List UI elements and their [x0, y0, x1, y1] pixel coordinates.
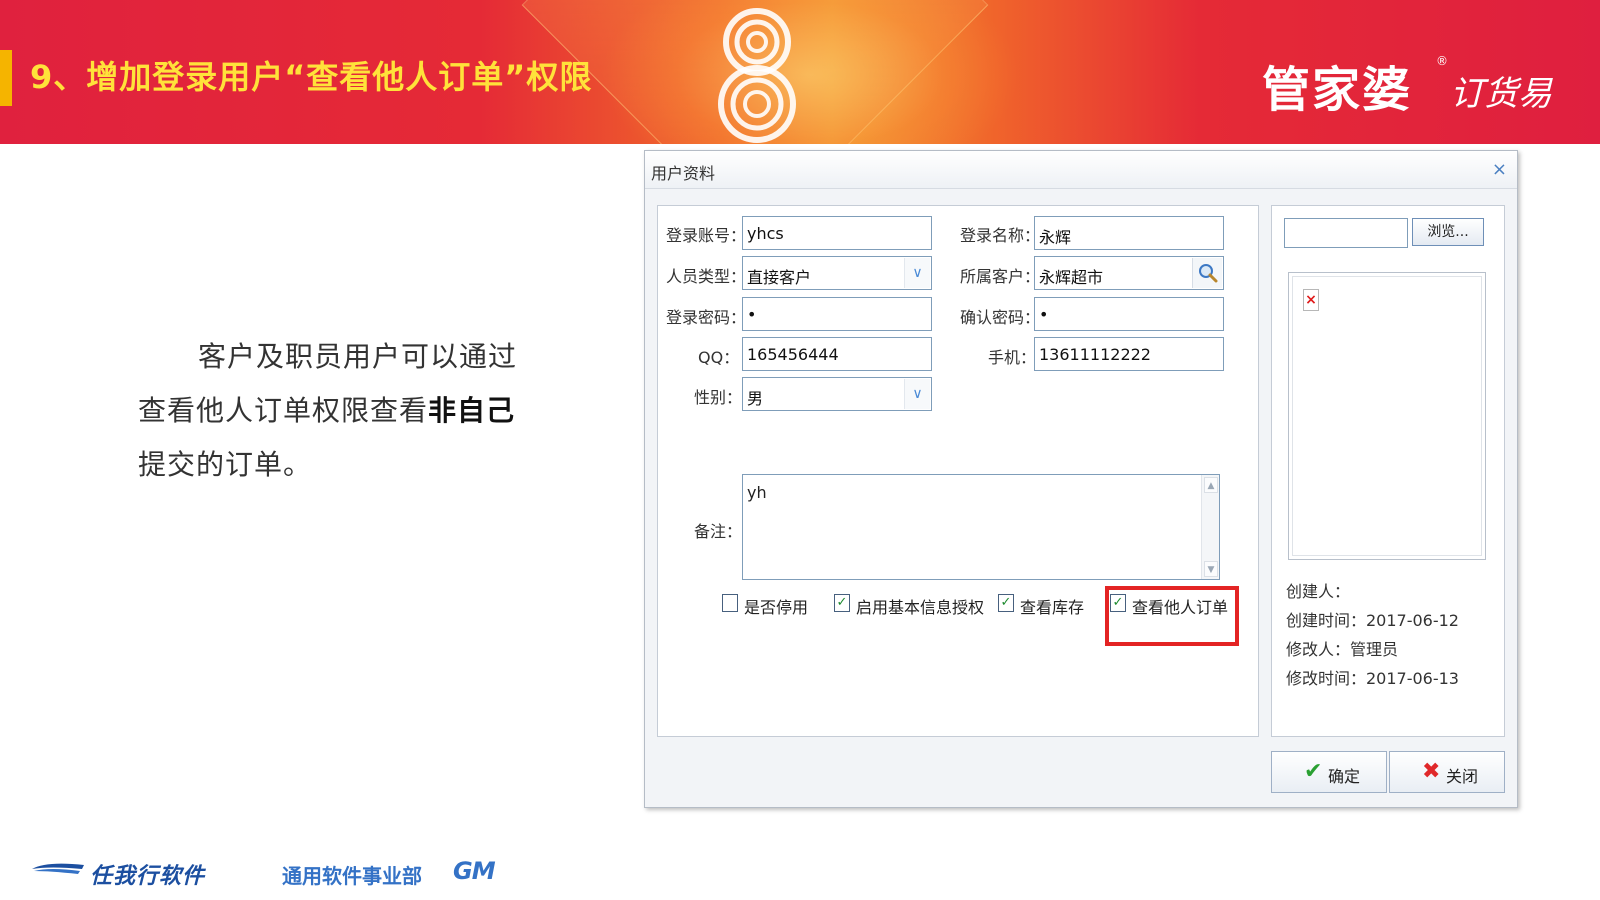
photo-preview-inner: × [1292, 276, 1482, 556]
confirm-password-input[interactable]: • [1034, 297, 1224, 331]
footer-gm-logo: GM [453, 857, 496, 885]
chevron-down-icon[interactable]: ∨ [904, 379, 930, 409]
disabled-checkbox-label: 是否停用 [744, 598, 809, 617]
customer-value: 永辉超市 [1039, 268, 1104, 287]
close-button-label: 关闭 [1446, 767, 1479, 786]
password-input[interactable]: • [742, 297, 932, 331]
form-panel: 登录账号： yhcs 登录名称： 永辉 人员类型： 直接客户 ∨ 所属客户： 永… [657, 205, 1259, 737]
footer-company-name: 任我行软件 [90, 864, 206, 889]
phone-input[interactable]: 13611112222 [1034, 337, 1224, 371]
gender-label: 性别： [694, 388, 743, 407]
highlight-box [1105, 586, 1239, 646]
brand-logo: 管家婆 [1262, 62, 1413, 118]
browse-button[interactable]: 浏览... [1412, 218, 1484, 246]
description-line-3: 提交的订单。 [138, 448, 313, 481]
slide-title: 9、增加登录用户“查看他人订单”权限 [30, 58, 593, 96]
description-line-1: 客户及职员用户可以通过 [198, 340, 518, 373]
ok-button[interactable]: ✔ 确定 [1271, 751, 1387, 793]
modified-time: 修改时间：2017-06-13 [1286, 669, 1459, 688]
brand-registered-mark: ® [1436, 54, 1448, 68]
scroll-up-icon[interactable]: ▲ [1204, 477, 1218, 493]
close-button[interactable]: ✖ 关闭 [1389, 751, 1505, 793]
ok-button-label: 确定 [1328, 767, 1361, 786]
confirm-password-label: 确认密码： [960, 308, 1041, 327]
close-icon[interactable]: × [1492, 159, 1507, 180]
disabled-checkbox[interactable] [722, 594, 738, 612]
company-logo-icon [32, 863, 84, 874]
checkmark-icon: ✔ [1304, 759, 1323, 784]
gender-select[interactable]: 男 ∨ [742, 377, 932, 411]
description-line-2: 查看他人订单权限查看非自己 [138, 384, 538, 438]
created-by: 创建人： [1286, 582, 1351, 601]
remark-textarea[interactable]: yh ▲ ▼ [742, 474, 1220, 580]
close-x-icon: ✖ [1422, 759, 1441, 784]
header-banner: 9、增加登录用户“查看他人订单”权限 管家婆 ® 订货易 [0, 0, 1600, 144]
modified-by: 修改人：管理员 [1286, 640, 1399, 659]
person-type-select[interactable]: 直接客户 ∨ [742, 256, 932, 290]
slide-description: 客户及职员用户可以通过 查看他人订单权限查看非自己 提交的订单。 [138, 330, 538, 492]
gender-value: 男 [747, 389, 764, 408]
login-name-label: 登录名称： [960, 226, 1041, 245]
login-name-input[interactable]: 永辉 [1034, 216, 1224, 250]
customer-input[interactable]: 永辉超市 [1034, 256, 1224, 290]
photo-panel: 浏览... × 创建人： 创建时间：2017-06-12 修改人：管理员 修改时… [1271, 205, 1505, 737]
eight-anniversary-emblem-icon [718, 8, 796, 143]
dialog-title: 用户资料 [651, 164, 716, 183]
chevron-down-icon[interactable]: ∨ [904, 258, 930, 288]
person-type-value: 直接客户 [747, 268, 812, 287]
view-stock-checkbox[interactable]: ✓ [998, 594, 1014, 612]
view-stock-checkbox-label: 查看库存 [1020, 598, 1085, 617]
person-type-label: 人员类型： [666, 267, 747, 286]
phone-label: 手机： [988, 348, 1037, 367]
description-line-2-text: 查看他人订单权限查看 [138, 394, 429, 427]
login-account-label: 登录账号： [666, 226, 747, 245]
dialog-titlebar: 用户资料 × [645, 151, 1517, 189]
photo-preview: × [1288, 272, 1486, 560]
password-label: 登录密码： [666, 308, 747, 327]
customer-search-button[interactable] [1192, 258, 1222, 288]
footer-department: 通用软件事业部 [282, 864, 422, 888]
photo-path-input[interactable] [1284, 218, 1408, 248]
remark-label: 备注： [694, 522, 743, 541]
scroll-down-icon[interactable]: ▼ [1204, 561, 1218, 577]
user-profile-dialog: 用户资料 × 登录账号： yhcs 登录名称： 永辉 人员类型： 直接客户 ∨ … [644, 150, 1518, 808]
brand-sub-logo: 订货易 [1450, 74, 1552, 114]
description-emphasis: 非自己 [428, 394, 516, 427]
login-account-input[interactable]: yhcs [742, 216, 932, 250]
broken-image-icon: × [1303, 289, 1319, 311]
title-accent-bar [0, 50, 12, 106]
qq-input[interactable]: 165456444 [742, 337, 932, 371]
remark-value: yh [747, 483, 767, 502]
basic-info-auth-checkbox[interactable]: ✓ [834, 594, 850, 612]
basic-info-auth-checkbox-label: 启用基本信息授权 [856, 598, 985, 617]
remark-scrollbar[interactable]: ▲ ▼ [1201, 475, 1219, 579]
qq-label: QQ： [698, 348, 740, 367]
created-time: 创建时间：2017-06-12 [1286, 611, 1459, 630]
search-icon [1199, 264, 1218, 283]
customer-label: 所属客户： [960, 267, 1041, 286]
